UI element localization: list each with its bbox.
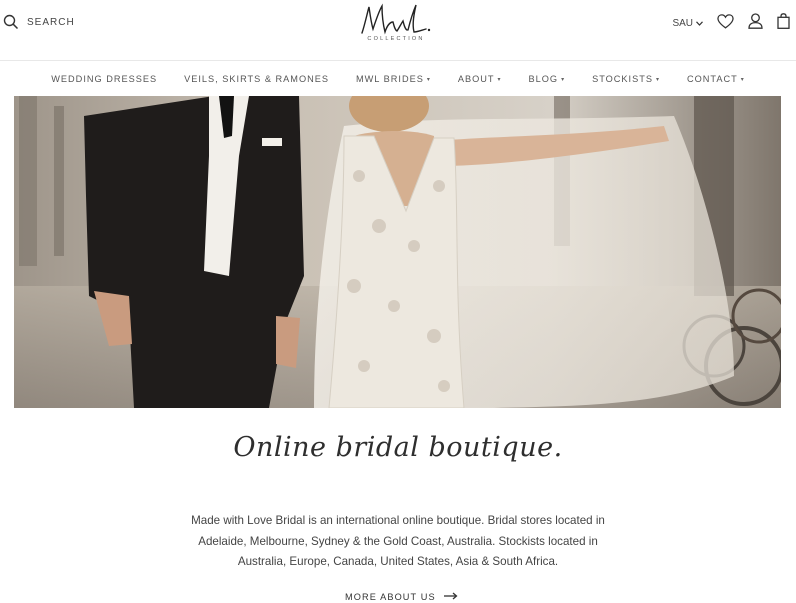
nav-item-label[interactable]: MWL BRIDES — [356, 74, 424, 84]
header-actions: SAU — [672, 13, 790, 34]
header-divider — [0, 60, 796, 61]
search-icon[interactable] — [3, 14, 19, 30]
nav-item-contact[interactable]: CONTACT ▾ — [674, 70, 759, 88]
tagline-section: Online bridal boutique. — [0, 432, 796, 463]
site-logo[interactable]: COLLECTION — [356, 2, 436, 48]
tagline-flourish — [258, 462, 536, 463]
nav-item-label[interactable]: CONTACT — [687, 74, 738, 84]
more-about-us-label[interactable]: MORE ABOUT US — [345, 592, 436, 602]
heart-icon[interactable] — [717, 13, 734, 34]
nav-item-blog[interactable]: BLOG ▾ — [515, 70, 579, 88]
nav-item-mwl-brides[interactable]: MWL BRIDES ▾ — [342, 70, 444, 88]
caret-down-icon: ▾ — [561, 76, 566, 83]
logo-subtitle: COLLECTION — [367, 36, 425, 42]
search-label[interactable]: SEARCH — [27, 17, 75, 28]
nav-item-veils-skirts-ramones[interactable]: VEILS, SKIRTS & RAMONES — [171, 70, 343, 88]
hero-photo-bride-groom — [14, 96, 781, 408]
tagline-heading: Online bridal boutique. — [233, 432, 563, 463]
nav-item-label[interactable]: BLOG — [529, 74, 559, 84]
caret-down-icon: ▾ — [497, 76, 502, 83]
caret-down-icon: ▾ — [740, 76, 745, 83]
nav-item-wedding-dresses[interactable]: WEDDING DRESSES — [38, 70, 171, 88]
nav-item-about[interactable]: ABOUT ▾ — [444, 70, 515, 88]
currency-label[interactable]: SAU — [672, 18, 693, 29]
nav-item-label[interactable]: ABOUT — [458, 74, 495, 84]
site-header: SEARCH COLLECTION SAU — [0, 0, 796, 60]
currency-selector[interactable]: SAU — [672, 18, 703, 29]
search-toggle[interactable]: SEARCH — [3, 14, 75, 30]
chevron-down-icon[interactable] — [696, 18, 703, 29]
nav-item-label[interactable]: WEDDING DRESSES — [51, 74, 157, 84]
nav-item-label[interactable]: VEILS, SKIRTS & RAMONES — [184, 74, 329, 84]
caret-down-icon: ▾ — [426, 76, 431, 83]
hero-image[interactable] — [14, 96, 781, 408]
user-icon[interactable] — [748, 13, 763, 34]
logo-script-mark — [361, 3, 431, 35]
caret-down-icon: ▾ — [655, 76, 660, 83]
shopping-bag-icon[interactable] — [777, 13, 790, 34]
nav-item-stockists[interactable]: STOCKISTS ▾ — [579, 70, 674, 88]
more-about-us-link[interactable]: MORE ABOUT US — [345, 592, 458, 602]
main-navigation: WEDDING DRESSES VEILS, SKIRTS & RAMONES … — [0, 70, 796, 88]
intro-description: Made with Love Bridal is an internationa… — [191, 514, 605, 568]
nav-item-label[interactable]: STOCKISTS — [592, 74, 653, 84]
arrow-right-icon[interactable] — [443, 592, 458, 602]
